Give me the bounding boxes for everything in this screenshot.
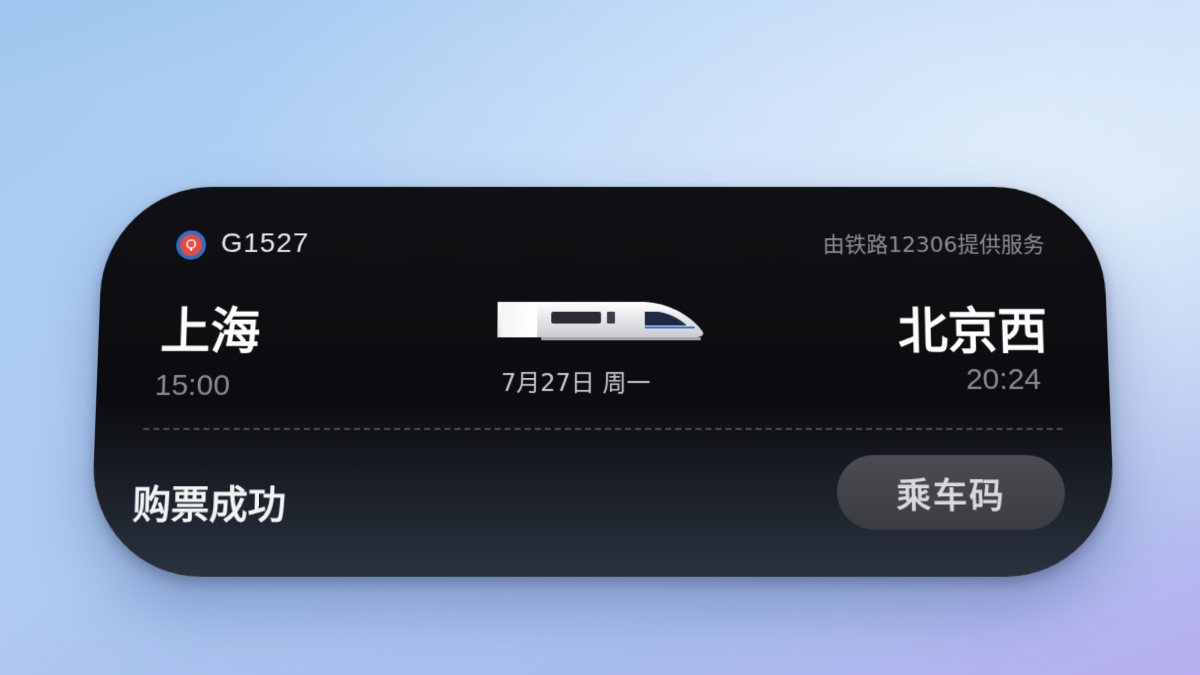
purchase-status: 购票成功 [131,482,287,527]
provider-text: 由铁路12306提供服务 [822,233,1045,258]
china-railway-logo-icon [175,230,207,260]
train-number: G1527 [220,227,310,258]
high-speed-train-icon [497,301,704,341]
ticket-card[interactable]: G1527 由铁路12306提供服务 上海 15:00 7月27日 周一 北京西… [89,186,1117,577]
departure-time: 15:00 [154,369,231,402]
ride-code-button[interactable]: 乘车码 [836,455,1067,530]
dashed-divider [143,427,1063,430]
arrival-station: 北京西 [897,302,1049,361]
departure-station: 上海 [159,302,261,361]
ticket-card-container: G1527 由铁路12306提供服务 上海 15:00 7月27日 周一 北京西… [89,186,1117,577]
travel-date: 7月27日 周一 [500,369,651,397]
arrival-time: 20:24 [965,363,1042,396]
